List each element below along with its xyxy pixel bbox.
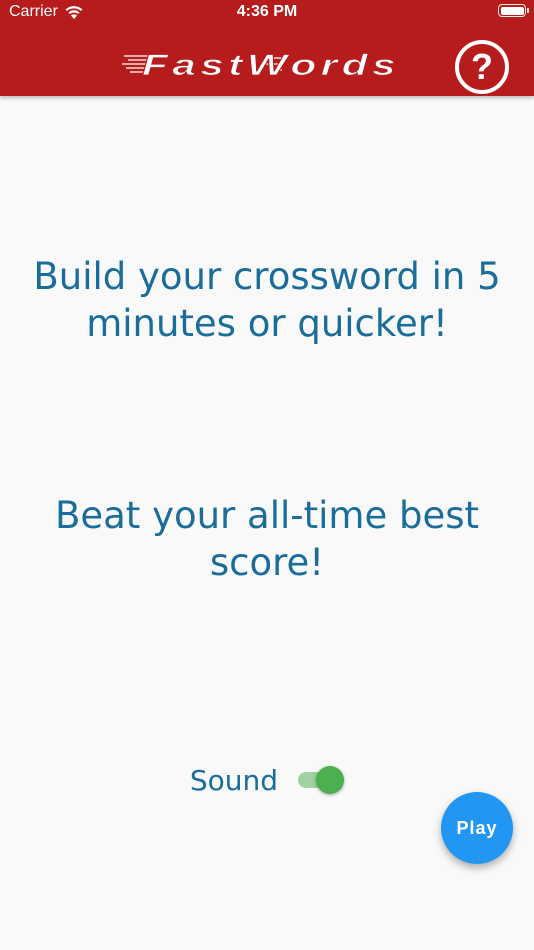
- intro-message-line-1: Build your crossword in 5: [33, 255, 501, 298]
- sound-toggle-thumb: [316, 766, 345, 794]
- fastwords-logo: FastWords: [122, 49, 400, 82]
- best-score-message-line-2: score!: [209, 541, 325, 584]
- battery-fill: [500, 6, 524, 15]
- intro-message-line-2: minutes or quicker!: [86, 302, 448, 345]
- sound-toggle[interactable]: [298, 766, 345, 794]
- sound-label: Sound: [189, 763, 279, 797]
- best-score-message-line-1: Beat your all-time best: [54, 494, 480, 537]
- sound-setting: Sound: [0, 760, 534, 800]
- logo-text: FastWords: [142, 49, 400, 82]
- best-score-message: Beat your all-time best score!: [0, 492, 534, 586]
- intro-message: Build your crossword in 5 minutes or qui…: [0, 253, 534, 347]
- status-time: 4:36 PM: [236, 3, 298, 20]
- status-bar: Carrier 4:36 PM: [0, 0, 534, 26]
- app-bar: Carrier 4:36 PM FastWords ?: [0, 0, 534, 96]
- play-button[interactable]: Play: [441, 792, 513, 864]
- help-button[interactable]: ?: [455, 40, 509, 94]
- question-circle-icon: ?: [471, 46, 493, 87]
- battery-icon: [498, 4, 529, 17]
